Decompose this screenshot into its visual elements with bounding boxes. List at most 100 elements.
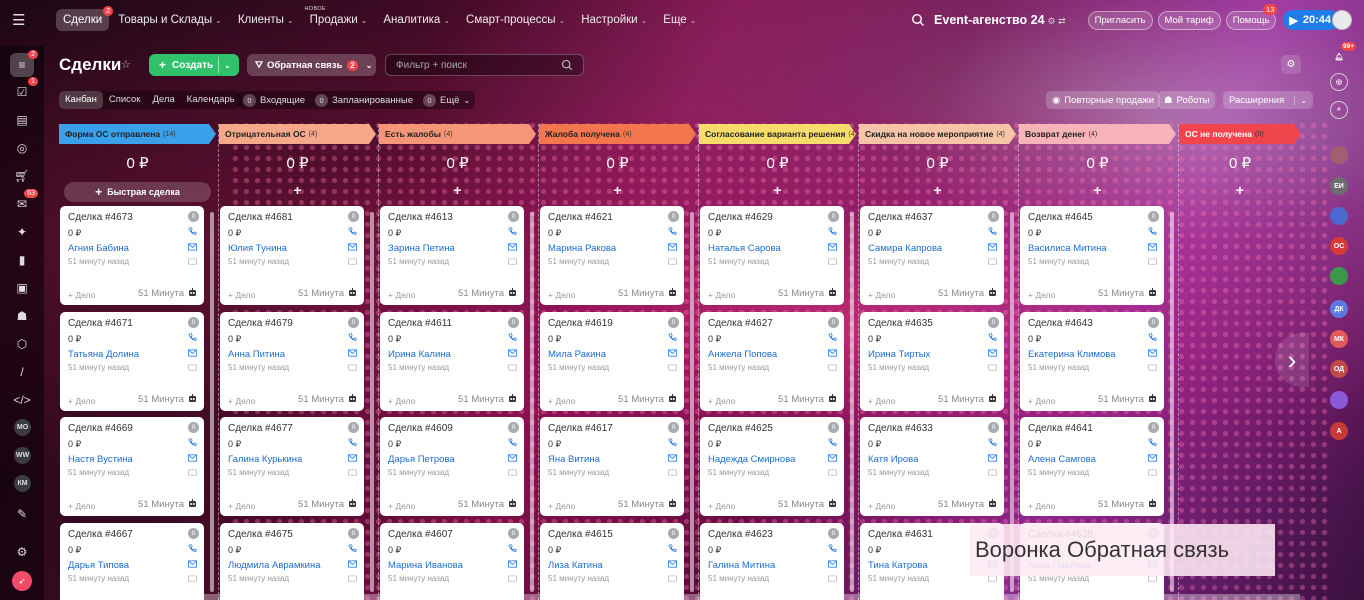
deal-title[interactable]: Сделка #4629 <box>708 212 773 223</box>
invite-button[interactable]: Пригласить <box>1087 10 1153 30</box>
deal-card[interactable]: Сделка #4673 0 0 ₽ Агния Бабина 51 минут… <box>60 206 204 305</box>
deal-title[interactable]: Сделка #4643 <box>1028 318 1093 329</box>
avatar[interactable]: МК <box>1330 330 1348 348</box>
avatar[interactable]: ЕИ <box>1330 177 1348 195</box>
contacts-icon[interactable]: ▣ <box>10 276 34 300</box>
avatar[interactable]: ОД <box>1330 360 1348 378</box>
add-activity-button[interactable]: + Дело <box>228 396 255 406</box>
add-deal-button[interactable]: + <box>1019 182 1176 198</box>
deal-title[interactable]: Сделка #4645 <box>1028 212 1093 223</box>
mail-icon[interactable] <box>348 559 357 568</box>
add-activity-button[interactable]: + Дело <box>1028 396 1055 406</box>
deal-client[interactable]: Галина Митина <box>708 560 775 571</box>
chat-icon[interactable] <box>668 363 677 372</box>
add-activity-button[interactable]: + Дело <box>548 501 575 511</box>
deal-title[interactable]: Сделка #4613 <box>388 212 453 223</box>
deal-card[interactable]: Сделка #4669 0 0 ₽ Настя Вустина 51 мину… <box>60 417 204 516</box>
nav-clients[interactable]: Клиенты ⌄ <box>231 9 301 31</box>
deal-client[interactable]: Василиса Митина <box>1028 243 1107 254</box>
deal-card[interactable]: Сделка #4615 0 0 ₽ Лиза Катина 51 минуту… <box>540 522 684 600</box>
mail-icon[interactable] <box>188 454 197 462</box>
stage-header[interactable]: Отрицательная ОС (4) <box>219 124 376 144</box>
mail-icon[interactable] <box>668 243 677 251</box>
deal-client[interactable]: Марина Иванова <box>388 560 463 571</box>
mail-icon[interactable] <box>348 348 357 357</box>
nav-settings[interactable]: Настройки ⌄ <box>574 9 654 31</box>
deal-card[interactable]: Сделка #4613 0 0 ₽ Зарина Петина 51 мину… <box>380 206 524 305</box>
deal-card[interactable]: Сделка #4617 0 0 ₽ Яна Витина 51 минуту … <box>540 417 684 516</box>
deal-title[interactable]: Сделка #4635 <box>868 318 933 329</box>
deal-client[interactable]: Ирина Калина <box>388 349 451 360</box>
phone-icon[interactable] <box>1148 227 1157 236</box>
add-deal-button[interactable]: + <box>1179 182 1301 198</box>
mail-icon[interactable] <box>1148 243 1157 251</box>
phone-icon[interactable] <box>828 332 837 342</box>
phone-icon[interactable] <box>668 438 677 447</box>
phone-icon[interactable] <box>988 227 997 236</box>
column-scrollbar[interactable] <box>850 212 854 592</box>
chat-icon[interactable] <box>348 258 357 266</box>
phone-icon[interactable] <box>348 332 357 342</box>
deal-client[interactable]: Надежда Смирнова <box>708 454 795 465</box>
mail-icon[interactable] <box>668 559 677 568</box>
gear-icon[interactable]: ⚙ <box>10 540 34 564</box>
tab-kanban[interactable]: Канбан <box>59 91 103 109</box>
chat-icon[interactable] <box>668 469 677 477</box>
phone-icon[interactable] <box>508 332 517 342</box>
phone-icon[interactable] <box>828 543 837 553</box>
phone-icon[interactable] <box>188 227 197 236</box>
chat-icon[interactable] <box>828 574 837 583</box>
add-deal-button[interactable]: + <box>859 182 1016 198</box>
deal-client[interactable]: Зарина Петина <box>388 243 455 254</box>
deal-client[interactable]: Галина Курькина <box>228 454 302 465</box>
add-activity-button[interactable]: + Дело <box>228 290 255 300</box>
tab-calendar[interactable]: Календарь <box>181 91 241 109</box>
stage-header[interactable]: ОС не получена (0) <box>1179 124 1301 144</box>
tab-list[interactable]: Список <box>103 91 147 109</box>
deal-card[interactable]: Сделка #4635 0 0 ₽ Ирина Тиртых 51 минут… <box>860 311 1004 411</box>
deal-client[interactable]: Дарья Петрова <box>388 454 455 465</box>
deal-client[interactable]: Марина Ракова <box>548 243 616 254</box>
phone-icon[interactable] <box>508 227 517 236</box>
deal-title[interactable]: Сделка #4681 <box>228 212 293 223</box>
mail-icon[interactable] <box>828 243 837 251</box>
counter-planned[interactable]: 0 Запланированные <box>315 93 413 107</box>
create-button[interactable]: + Создать ⌄ <box>149 54 239 76</box>
column-scrollbar[interactable] <box>690 212 694 592</box>
mail-icon[interactable] <box>508 559 517 568</box>
crm-icon[interactable]: ≡ 2 <box>10 50 38 77</box>
deal-client[interactable]: Алена Самгова <box>1028 454 1096 465</box>
avatar[interactable] <box>1330 267 1348 285</box>
chat-icon[interactable] <box>828 363 837 372</box>
repeat-sales-button[interactable]: ◉ Повторные продажи <box>1046 91 1161 109</box>
copilot-icon[interactable]: ◎ <box>1330 73 1348 91</box>
stage-header[interactable]: Скидка на новое мероприятие (4) <box>859 124 1016 144</box>
deal-card[interactable]: Сделка #4637 0 0 ₽ Самира Капрова 51 мин… <box>860 206 1004 305</box>
add-activity-button[interactable]: + Дело <box>708 501 735 511</box>
chat-icon[interactable]: ✉ 63 <box>10 189 38 216</box>
deal-title[interactable]: Сделка #4611 <box>388 318 452 329</box>
code-icon[interactable]: </> <box>10 388 34 412</box>
chat-icon[interactable] <box>988 363 997 372</box>
user-avatar[interactable] <box>1332 10 1352 30</box>
deal-card[interactable]: Сделка #4619 0 0 ₽ Мила Ракина 51 минуту… <box>540 311 684 411</box>
avatar[interactable]: WW <box>14 447 31 464</box>
phone-icon[interactable] <box>508 543 517 553</box>
avatar[interactable]: А <box>1330 422 1348 440</box>
chat-icon[interactable] <box>188 363 197 372</box>
chat-icon[interactable] <box>508 469 517 477</box>
chevron-down-icon[interactable]: ⌄ <box>224 61 231 70</box>
search-icon[interactable] <box>911 13 925 27</box>
phone-icon[interactable] <box>508 438 517 447</box>
deal-client[interactable]: Ирина Тиртых <box>868 349 930 360</box>
deal-title[interactable]: Сделка #4671 <box>68 318 133 329</box>
avatar[interactable] <box>1330 207 1348 225</box>
deal-card[interactable]: Сделка #4607 0 0 ₽ Марина Иванова 51 мин… <box>380 522 524 600</box>
deal-card[interactable]: Сделка #4679 0 0 ₽ Анна Питина 51 минуту… <box>220 311 364 411</box>
nav-products[interactable]: Товары и Склады ⌄ <box>111 9 229 31</box>
counter-incoming[interactable]: 0 Входящие <box>243 93 305 107</box>
deal-client[interactable]: Лиза Катина <box>548 560 603 571</box>
chat-icon[interactable] <box>188 469 197 477</box>
stage-header[interactable]: Форма ОС отправлена (14) <box>59 124 216 144</box>
chat-icon[interactable] <box>348 469 357 477</box>
